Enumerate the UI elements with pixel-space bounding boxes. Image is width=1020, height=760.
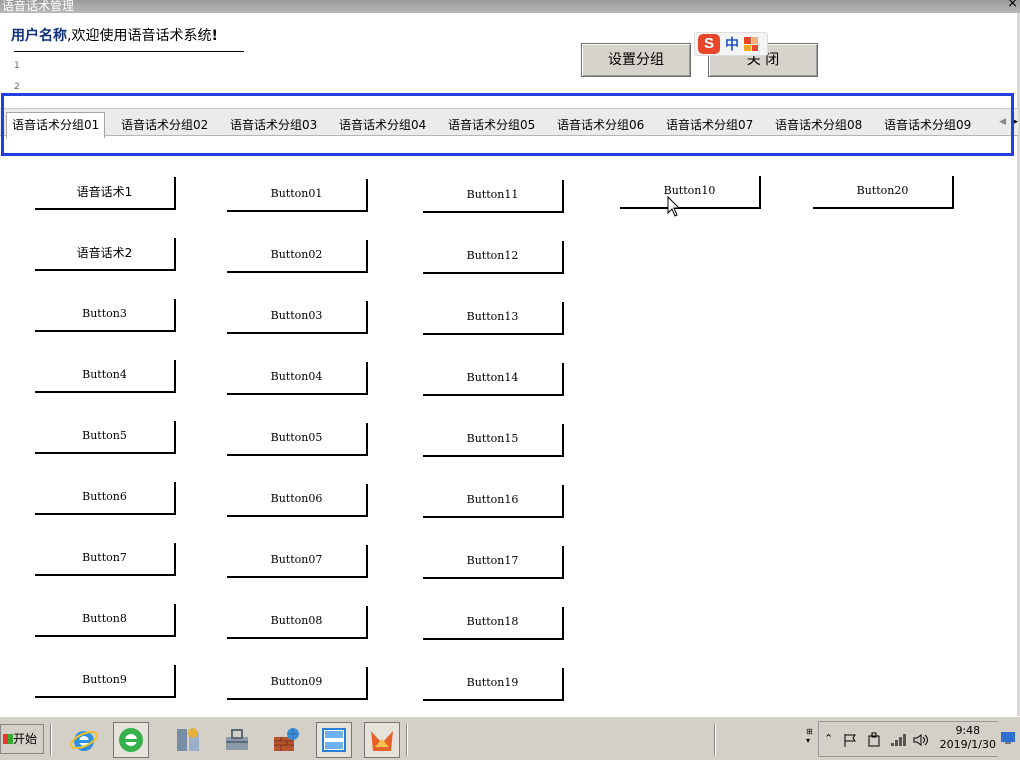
start-button[interactable]: 开始: [0, 724, 44, 754]
tab-group-02[interactable]: 语音话术分组02: [121, 114, 208, 137]
welcome-exclamation: !: [211, 28, 218, 44]
window-list-icon[interactable]: [316, 722, 352, 758]
title-bar: 语音话术管理 ×: [0, 0, 1020, 13]
volume-icon[interactable]: [913, 733, 929, 747]
script-button-button18[interactable]: Button18: [423, 607, 564, 640]
close-icon[interactable]: ×: [1007, 0, 1018, 10]
taskbar: 开始 ⊞ ▾ ⌃ 9:48 2019/1/30: [0, 716, 1020, 760]
360-browser-icon[interactable]: [113, 722, 149, 758]
script-button-button6[interactable]: Button6: [35, 482, 176, 515]
script-button-button8[interactable]: Button8: [35, 604, 176, 637]
network-icon[interactable]: [268, 722, 304, 758]
tab-group-08[interactable]: 语音话术分组08: [775, 114, 862, 137]
ime-mode[interactable]: 中: [725, 34, 739, 54]
script-button-button3[interactable]: Button3: [35, 299, 176, 332]
tab-group-03[interactable]: 语音话术分组03: [230, 114, 317, 137]
welcome-underline: [14, 51, 244, 52]
script-button-1[interactable]: 语音话术1: [35, 177, 176, 210]
start-label: 开始: [13, 732, 38, 746]
clock-date: 2019/1/30: [939, 738, 996, 751]
toolbox-icon[interactable]: [219, 722, 255, 758]
script-button-button10[interactable]: Button10: [620, 176, 761, 209]
script-button-2[interactable]: 语音话术2: [35, 238, 176, 271]
mouse-cursor-icon: [667, 196, 681, 217]
foxmail-icon[interactable]: [364, 722, 400, 758]
tab-group-09[interactable]: 语音话术分组09: [884, 114, 971, 137]
server-manager-icon[interactable]: [170, 722, 206, 758]
script-button-button17[interactable]: Button17: [423, 546, 564, 579]
welcome-username: 用户名称: [11, 28, 67, 44]
tab-scroll-right-icon[interactable]: ▶: [1011, 117, 1018, 127]
script-button-button05[interactable]: Button05: [227, 423, 368, 456]
script-button-button02[interactable]: Button02: [227, 240, 368, 273]
script-button-button9[interactable]: Button9: [35, 665, 176, 698]
line-number: 1: [14, 61, 20, 71]
show-desktop-icon[interactable]: [1000, 731, 1016, 745]
ie-icon[interactable]: [66, 722, 102, 758]
script-button-button14[interactable]: Button14: [423, 363, 564, 396]
script-button-button01[interactable]: Button01: [227, 179, 368, 212]
flag-icon[interactable]: [843, 733, 857, 747]
script-button-button04[interactable]: Button04: [227, 362, 368, 395]
show-hidden-icon[interactable]: ⌃: [824, 732, 833, 745]
group-settings-button[interactable]: 设置分组: [581, 43, 691, 77]
script-button-button15[interactable]: Button15: [423, 424, 564, 457]
script-button-button4[interactable]: Button4: [35, 360, 176, 393]
script-button-button09[interactable]: Button09: [227, 667, 368, 700]
script-button-button12[interactable]: Button12: [423, 241, 564, 274]
ime-menu-icon[interactable]: [744, 37, 758, 51]
tab-group-01[interactable]: 语音话术分组01: [6, 112, 106, 138]
script-button-button03[interactable]: Button03: [227, 301, 368, 334]
language-bar-icon[interactable]: ⊞ ▾: [806, 727, 813, 745]
tab-group-04[interactable]: 语音话术分组04: [339, 114, 426, 137]
tab-group-05[interactable]: 语音话术分组05: [448, 114, 535, 137]
clock-time: 9:48: [955, 724, 981, 737]
script-button-button16[interactable]: Button16: [423, 485, 564, 518]
ime-toolbar[interactable]: S 中: [694, 32, 768, 56]
script-button-button7[interactable]: Button7: [35, 543, 176, 576]
script-button-button20[interactable]: Button20: [813, 176, 954, 209]
script-button-button07[interactable]: Button07: [227, 545, 368, 578]
tab-group-06[interactable]: 语音话术分组06: [557, 114, 644, 137]
script-button-button06[interactable]: Button06: [227, 484, 368, 517]
line-number: 2: [14, 82, 20, 92]
tab-group-07[interactable]: 语音话术分组07: [666, 114, 753, 137]
script-button-button08[interactable]: Button08: [227, 606, 368, 639]
taskbar-separator: [406, 723, 408, 755]
taskbar-separator: [714, 723, 716, 755]
clock[interactable]: 9:48 2019/1/30: [940, 724, 996, 752]
sogou-logo-icon[interactable]: S: [698, 34, 720, 54]
windows-logo-icon: [3, 734, 13, 744]
tab-scroll-left-icon[interactable]: ◀: [999, 117, 1006, 127]
script-button-button11[interactable]: Button11: [423, 180, 564, 213]
script-button-button13[interactable]: Button13: [423, 302, 564, 335]
script-button-button5[interactable]: Button5: [35, 421, 176, 454]
network-signal-icon[interactable]: [890, 733, 908, 747]
window-title: 语音话术管理: [2, 0, 75, 13]
usb-icon[interactable]: [867, 732, 881, 748]
taskbar-separator: [50, 723, 52, 755]
welcome-text: ,欢迎使用语音话术系统: [67, 28, 212, 44]
script-button-button19[interactable]: Button19: [423, 668, 564, 701]
welcome-message: 用户名称,欢迎使用语音话术系统!: [11, 25, 218, 45]
group-tab-strip: 语音话术分组09 语音话术分组08 语音话术分组07 语音话术分组06 语音话术分组05…: [0, 108, 1018, 138]
